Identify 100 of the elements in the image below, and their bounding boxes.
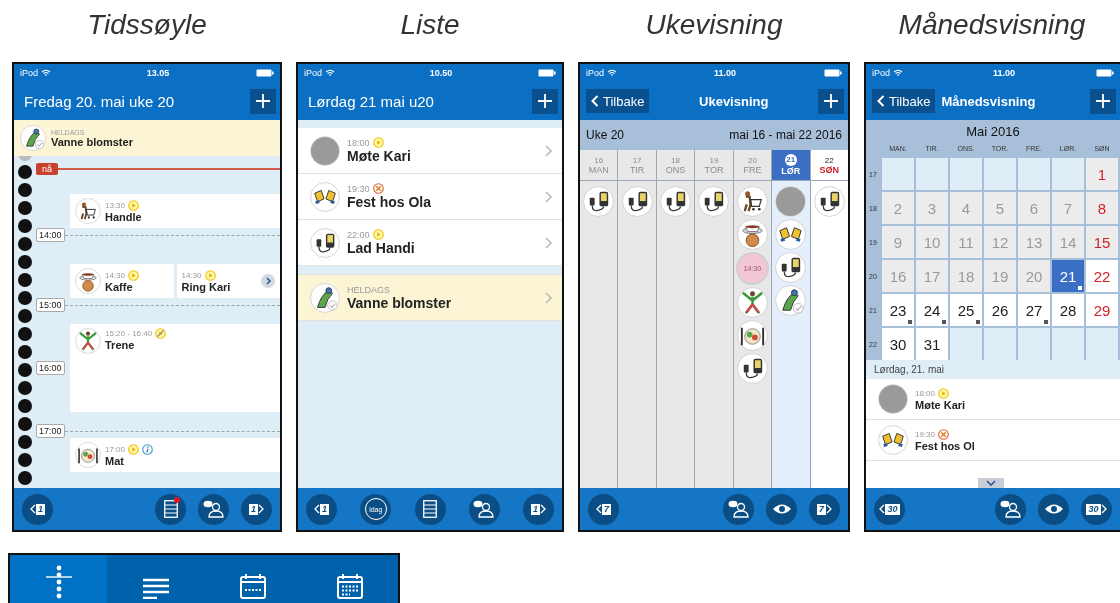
event-row[interactable]: HELDAGS Vanne blomster	[298, 274, 562, 321]
day-cell[interactable]: 25	[950, 294, 982, 326]
play-icon	[204, 269, 216, 281]
add-button[interactable]	[532, 88, 558, 114]
arrow-right-icon	[540, 504, 546, 514]
previous-button[interactable]: 1	[22, 493, 53, 525]
chevron-right-icon	[545, 144, 552, 157]
day-cell[interactable]: 8	[1086, 192, 1118, 224]
timeline-view-tab[interactable]	[10, 555, 107, 603]
chevron-left-icon	[591, 95, 599, 107]
day-number: 20	[747, 155, 757, 165]
view-button[interactable]	[1038, 493, 1069, 525]
next-button[interactable]: 1	[241, 493, 272, 525]
carrier-label: iPod	[20, 68, 38, 78]
event-time: 17:00	[105, 444, 126, 454]
weekday-label: TIR	[629, 164, 645, 175]
event-time: 14:30	[181, 270, 202, 280]
hour-label: 16:00	[36, 361, 65, 375]
back-button[interactable]: Tilbake	[586, 89, 650, 113]
month-title: Mai 2016	[965, 123, 1021, 141]
day-cell[interactable]: 24	[916, 294, 948, 326]
event-card[interactable]: 14:30 Kaffe	[70, 264, 174, 298]
contacts-button[interactable]	[723, 493, 754, 525]
battery-icon	[1096, 69, 1114, 77]
coffee-cup-icon	[736, 219, 768, 250]
charger-icon	[736, 353, 768, 384]
list-button[interactable]	[155, 493, 186, 525]
event-title: Vanne blomster	[51, 135, 133, 148]
add-button[interactable]	[250, 88, 276, 114]
day-cell[interactable]: 26	[984, 294, 1016, 326]
day-column[interactable]: 21 LØR	[772, 150, 811, 488]
screen-title: Ukevisning	[698, 93, 770, 109]
arrow-right-icon	[258, 504, 264, 514]
event-card[interactable]: 15:20 - 16:40 Trene	[70, 324, 280, 412]
weekday-label: LØR	[781, 166, 801, 176]
day-cell[interactable]: 21	[1052, 260, 1084, 292]
empty-day-cell	[1052, 158, 1084, 190]
contacts-button[interactable]	[995, 493, 1026, 525]
event-card[interactable]: 17:00 Mat	[70, 438, 280, 472]
day-cell[interactable]: 23	[882, 294, 914, 326]
previous-button[interactable]: 7	[588, 493, 619, 525]
event-row[interactable]: 22:00 Lad Handi	[298, 220, 562, 266]
wifi-icon	[325, 69, 335, 77]
day-number: 21	[784, 154, 797, 166]
day-cell[interactable]: 22	[1086, 260, 1118, 292]
next-button[interactable]: 30	[1081, 493, 1112, 525]
event-title: Fest hos Ol	[915, 439, 975, 452]
event-row[interactable]: 19:30 Fest hos Ola	[298, 174, 562, 220]
next-button[interactable]: 7	[809, 493, 840, 525]
event-row[interactable]: 18:00 Møte Kari	[298, 128, 562, 174]
day-cell[interactable]: 27	[1018, 294, 1050, 326]
lines-icon	[142, 577, 169, 599]
play-icon	[372, 137, 384, 148]
next-button[interactable]: 1	[523, 493, 554, 525]
view-caption: Ukevisning	[645, 9, 783, 41]
event-card[interactable]: 14:30 Ring Kari	[176, 264, 280, 298]
chevron-right-icon	[545, 190, 552, 203]
add-button[interactable]	[818, 88, 844, 114]
wifi-icon	[893, 69, 903, 77]
shopping-cart-icon	[75, 198, 101, 224]
play-icon	[128, 443, 140, 455]
plate-icon	[736, 320, 768, 351]
day-cell[interactable]: 28	[1052, 294, 1084, 326]
add-button[interactable]	[1090, 88, 1116, 114]
now-marker: nå	[36, 163, 58, 175]
calendar-icon	[239, 573, 266, 599]
chevron-right-icon[interactable]	[261, 274, 275, 288]
view-button[interactable]	[766, 493, 797, 525]
play-icon	[938, 387, 950, 399]
plus-icon	[824, 94, 838, 108]
contacts-button[interactable]	[198, 493, 229, 525]
eye-icon	[1043, 503, 1064, 515]
day-cell[interactable]: 15	[1086, 226, 1118, 258]
plate-icon	[75, 442, 101, 468]
event-title: Mat	[105, 454, 125, 467]
shopping-cart-icon	[736, 186, 768, 217]
back-button[interactable]: Tilbake	[872, 89, 936, 113]
photo-placeholder	[775, 186, 807, 217]
arrow-left-icon	[314, 504, 320, 514]
scroll-down-icon[interactable]	[978, 478, 1004, 488]
previous-button[interactable]: 1	[306, 493, 337, 525]
chevron-right-icon	[545, 291, 552, 304]
day-cell[interactable]: 31	[916, 328, 948, 360]
day-cell[interactable]: 29	[1086, 294, 1118, 326]
event-time: 18:00	[347, 137, 370, 148]
person-speech-icon	[999, 500, 1022, 518]
list-icon	[423, 500, 437, 518]
event-card[interactable]: 13:30 Handle	[70, 194, 280, 228]
charger-icon	[698, 186, 730, 217]
contacts-button[interactable]	[468, 493, 500, 525]
event-time: 15:20 - 16:40	[105, 329, 153, 338]
empty-day-cell	[950, 328, 982, 360]
watering-can-icon	[20, 125, 46, 151]
day-cell[interactable]: 30	[882, 328, 914, 360]
day-cell[interactable]: 1	[1086, 158, 1118, 190]
day-column[interactable]: 22 SØN	[810, 150, 848, 488]
event-title: Trene	[105, 339, 136, 351]
previous-button[interactable]: 30	[874, 493, 905, 525]
list-button[interactable]	[414, 493, 446, 525]
person-speech-icon	[727, 500, 750, 518]
